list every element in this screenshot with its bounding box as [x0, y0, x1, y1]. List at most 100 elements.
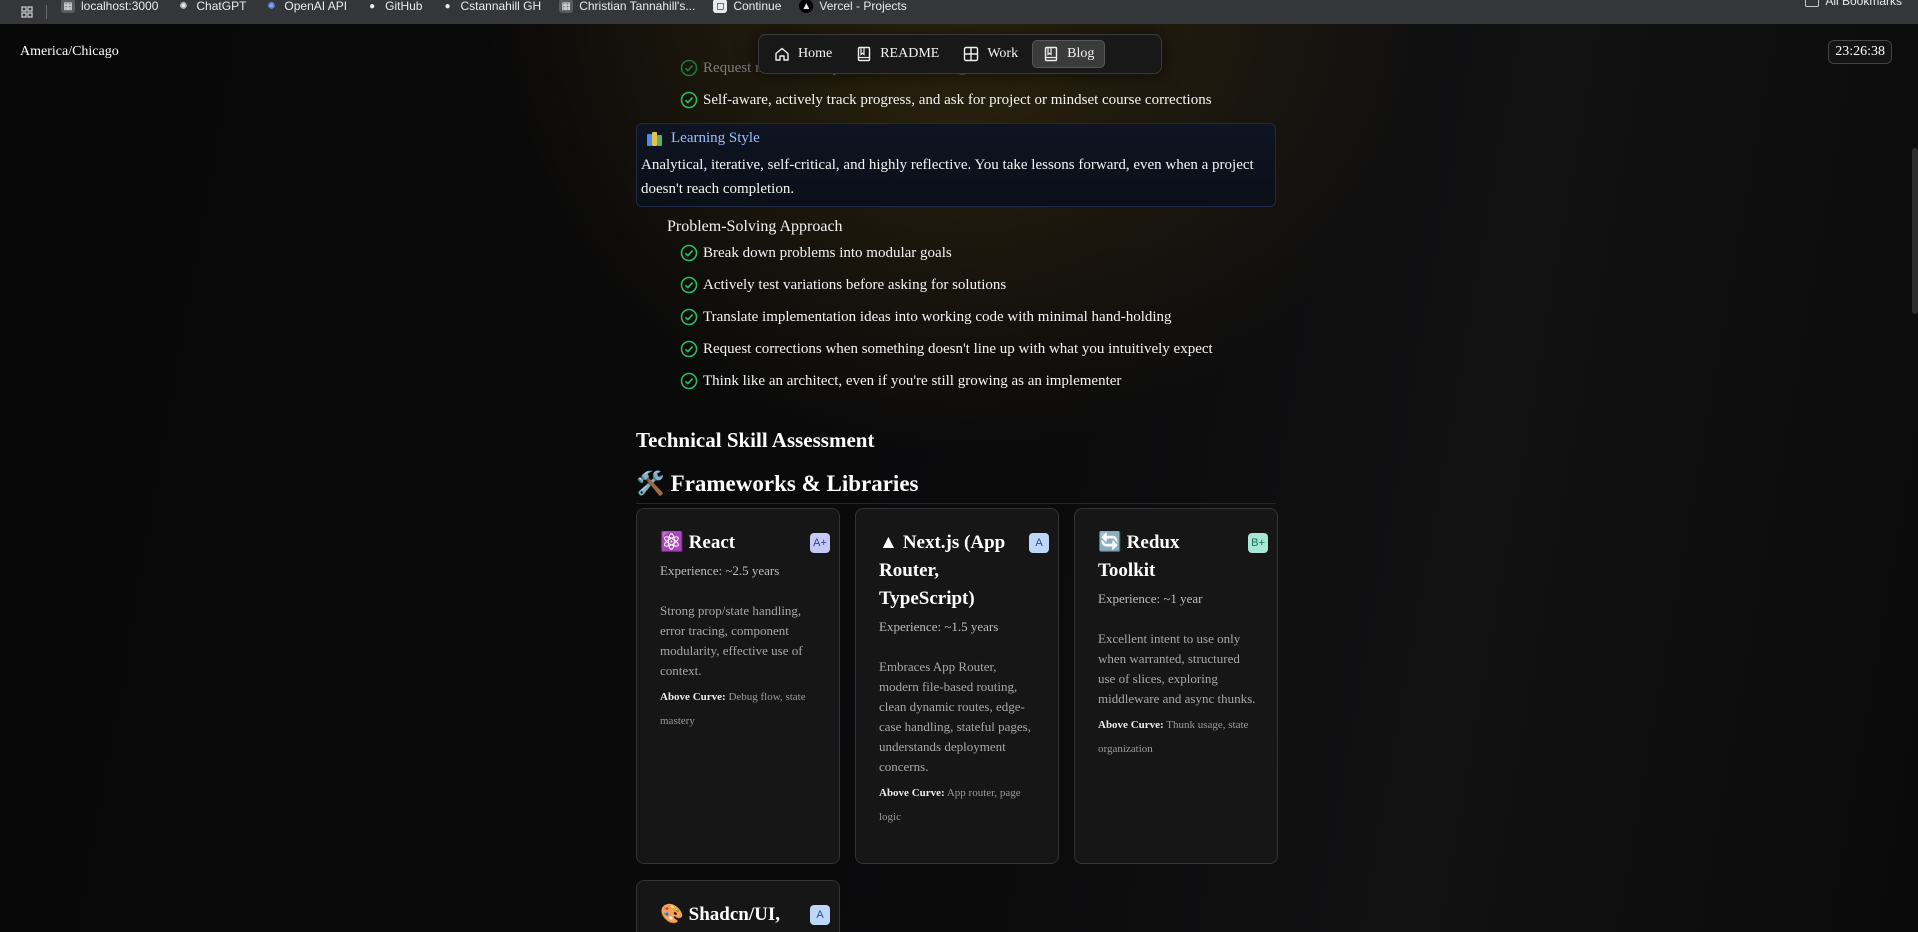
above-curve-label: Above Curve:: [660, 691, 726, 703]
check-circle-icon: [680, 372, 698, 390]
card-title: 🔄 Redux Toolkit: [1098, 529, 1257, 585]
bookmark-label: Cstannahill GH: [460, 0, 542, 13]
check-circle-icon: [680, 59, 698, 77]
nav-label: Home: [798, 46, 833, 61]
section-heading: Technical Skill Assessment: [636, 428, 875, 452]
check-circle-icon: [680, 244, 698, 262]
card-above-curve: Above Curve: App router, page logic: [879, 781, 1038, 829]
learning-style-label: Learning Style: [671, 130, 760, 146]
palette-icon: 🎨: [660, 904, 684, 925]
check-circle-icon: [680, 91, 698, 109]
skill-card-react[interactable]: ⚛️ React A+ Experience: ~2.5 years Strong…: [636, 508, 840, 864]
list-item-text: Think like an architect, even if you're …: [703, 372, 1122, 389]
card-title-text: Shadcn/UI,: [688, 904, 781, 925]
bookmark-vercel[interactable]: ▲ Vercel - Projects: [799, 0, 907, 18]
all-bookmarks[interactable]: All Bookmarks: [1805, 0, 1902, 8]
list-item: Think like an architect, even if you're …: [680, 372, 1121, 390]
above-curve-label: Above Curve:: [879, 787, 945, 799]
page-icon: ▦: [559, 0, 574, 13]
bookmarks-bar: ▦ localhost:3000 ✺ ChatGPT ✺ OpenAI API …: [0, 0, 1918, 24]
card-experience: Experience: ~1 year: [1098, 591, 1203, 606]
vercel-icon: ▲: [799, 0, 814, 13]
list-item: Request corrections when something doesn…: [680, 340, 1213, 358]
openai-icon: ✺: [267, 0, 276, 12]
list-item-text: Actively test variations before asking f…: [703, 276, 1007, 293]
bookmark-openai-api[interactable]: ✺ OpenAI API: [264, 0, 347, 18]
card-above-curve: Above Curve: Thunk usage, state organiza…: [1098, 713, 1257, 761]
nav-label: README: [880, 46, 940, 61]
card-description: Excellent intent to use only when warran…: [1098, 631, 1256, 706]
top-nav: Home README Work Blog: [758, 34, 1162, 74]
bookmark-chatgpt[interactable]: ✺ ChatGPT: [176, 0, 246, 18]
list-item: Actively test variations before asking f…: [680, 276, 1006, 294]
github-icon: ●: [369, 0, 376, 12]
bookmark-localhost[interactable]: ▦ localhost:3000: [61, 0, 158, 18]
bookmark-label: Vercel - Projects: [819, 0, 907, 13]
triangle-icon: ▲: [879, 532, 898, 553]
grade-badge: A+: [810, 533, 830, 553]
bookmark-label: Christian Tannahill's...: [579, 0, 696, 13]
bookmark-label: OpenAI API: [284, 0, 348, 13]
skill-card-nextjs[interactable]: ▲ Next.js (App Router, TypeScript) A Expe…: [855, 508, 1059, 864]
nav-work[interactable]: Work: [953, 40, 1028, 68]
above-curve-label: Above Curve:: [1098, 719, 1164, 731]
card-title: ▲ Next.js (App Router, TypeScript): [879, 529, 1038, 613]
card-title: 🎨 Shadcn/UI,: [660, 901, 819, 929]
books-icon: [647, 131, 663, 146]
grid-icon: [963, 46, 979, 62]
localhost-icon: ▦: [61, 0, 75, 13]
continue-icon: ◻: [713, 0, 728, 13]
learning-style-title: Learning Style: [647, 130, 1271, 147]
card-experience: Experience: ~1.5 years: [879, 619, 999, 634]
list-item-text: Request corrections when something doesn…: [703, 340, 1213, 357]
bookmark-label: ChatGPT: [196, 0, 247, 13]
nav-label: Work: [987, 46, 1019, 61]
grade-badge: A: [1029, 533, 1049, 553]
bookmark-christian-tannahill[interactable]: ▦ Christian Tannahill's...: [559, 0, 695, 18]
card-description: Strong prop/state handling, error tracin…: [660, 603, 803, 678]
nav-home[interactable]: Home: [764, 40, 842, 68]
grade-badge: B+: [1248, 533, 1268, 553]
nav-blog[interactable]: Blog: [1032, 40, 1106, 68]
list-item: Self-aware, actively track progress, and…: [680, 91, 1212, 109]
github-icon: ●: [444, 0, 451, 12]
bookmark-label: Continue: [733, 0, 782, 13]
divider: [46, 5, 47, 19]
card-title-text: Next.js (App Router, TypeScript): [879, 532, 1006, 609]
nav-readme[interactable]: README: [846, 40, 949, 68]
check-circle-icon: [680, 276, 698, 294]
chatgpt-icon: ✺: [179, 0, 188, 12]
all-bookmarks-label: All Bookmarks: [1825, 0, 1902, 8]
list-item-text: Translate implementation ideas into work…: [703, 308, 1172, 325]
learning-style-text: Analytical, iterative, self-critical, an…: [641, 157, 1254, 197]
list-item: Break down problems into modular goals: [680, 244, 952, 262]
clock: 23:26:38: [1828, 40, 1892, 64]
skill-card-shadcn[interactable]: 🎨 Shadcn/UI, A: [636, 880, 840, 932]
bookmark-label: localhost:3000: [81, 0, 159, 13]
bookmark-label: GitHub: [385, 0, 423, 13]
refresh-icon: 🔄: [1098, 532, 1122, 553]
book-icon: [1043, 46, 1059, 62]
subsection-heading-text: Frameworks & Libraries: [670, 470, 919, 496]
divider: [636, 503, 1276, 504]
card-description: Embraces App Router, modern file-based r…: [879, 659, 1031, 774]
bookmark-continue[interactable]: ◻ Continue: [713, 0, 781, 18]
folder-icon: [1805, 0, 1820, 7]
timezone-label: America/Chicago: [20, 44, 119, 59]
card-title-text: React: [688, 532, 736, 553]
check-circle-icon: [680, 308, 698, 326]
grade-badge: A: [810, 905, 830, 925]
scrollbar-thumb[interactable]: [1912, 148, 1918, 314]
list-item: Translate implementation ideas into work…: [680, 308, 1172, 326]
skill-card-redux-toolkit[interactable]: 🔄 Redux Toolkit B+ Experience: ~1 year Ex…: [1074, 508, 1278, 864]
bookmark-cstannahill-gh[interactable]: ● Cstannahill GH: [440, 0, 541, 18]
learning-style-callout: Learning Style Analytical, iterative, se…: [636, 123, 1276, 207]
react-icon: ⚛️: [660, 532, 684, 553]
card-above-curve: Above Curve: Debug flow, state mastery: [660, 685, 819, 733]
bookmark-github[interactable]: ● GitHub: [365, 0, 422, 18]
card-experience: Experience: ~2.5 years: [660, 563, 780, 578]
list-item-text: Break down problems into modular goals: [703, 244, 952, 261]
page: America/Chicago 23:26:38 Request modern …: [0, 24, 1918, 932]
book-icon: [856, 46, 872, 62]
apps-grid-icon[interactable]: [18, 5, 36, 19]
